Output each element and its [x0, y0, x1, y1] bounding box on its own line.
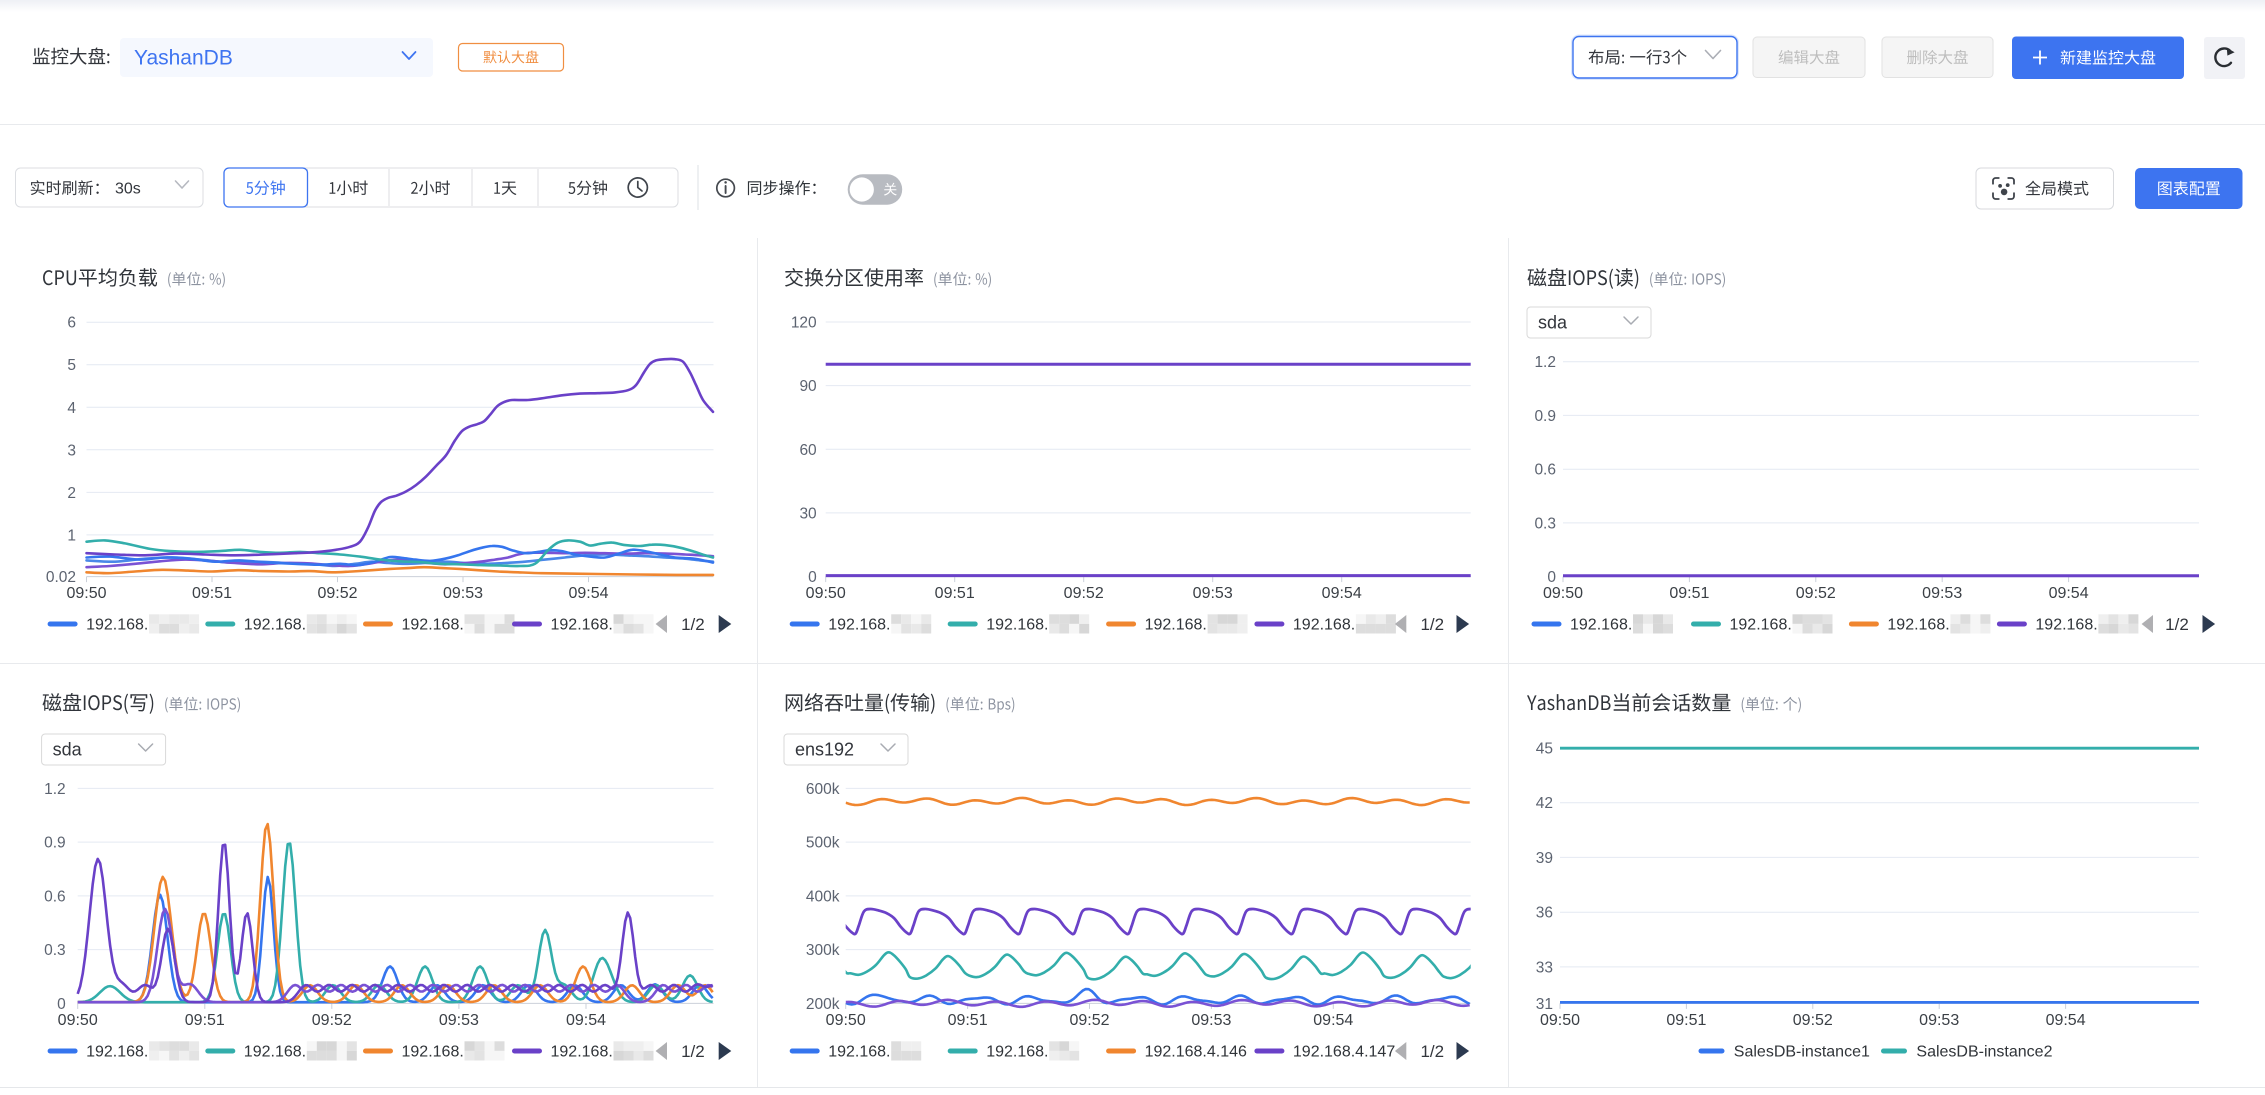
svg-text:192.168.: 192.168.	[2035, 617, 2097, 634]
svg-text:31: 31	[1536, 996, 1553, 1013]
svg-text:SalesDB-instance1: SalesDB-instance1	[1734, 1044, 1870, 1061]
svg-text:3: 3	[67, 442, 76, 459]
svg-text:0: 0	[808, 569, 817, 586]
svg-text:192.168.: 192.168.	[828, 617, 890, 634]
svg-text:192.168.: 192.168.	[402, 617, 464, 634]
svg-text:09:54: 09:54	[1313, 1012, 1353, 1029]
svg-text:sda: sda	[1538, 313, 1568, 333]
svg-text:0: 0	[57, 996, 66, 1013]
svg-text:09:54: 09:54	[1322, 585, 1362, 602]
svg-text:120: 120	[791, 315, 817, 332]
svg-text:192.168.: 192.168.	[402, 1044, 464, 1061]
svg-text:33: 33	[1536, 959, 1553, 976]
svg-text:192.168.: 192.168.	[986, 1044, 1048, 1061]
svg-text:sda: sda	[53, 740, 83, 760]
svg-text:5: 5	[67, 357, 76, 374]
svg-text:09:50: 09:50	[826, 1012, 866, 1029]
svg-text:1/2: 1/2	[1420, 1042, 1444, 1061]
svg-text:09:50: 09:50	[58, 1012, 98, 1029]
svg-text:192.168.: 192.168.	[828, 1044, 890, 1061]
svg-text:0.3: 0.3	[1534, 515, 1556, 532]
svg-text:45: 45	[1536, 741, 1553, 758]
svg-text:09:51: 09:51	[1666, 1012, 1706, 1029]
svg-text:192.168.4.147: 192.168.4.147	[1293, 1044, 1395, 1061]
svg-text:192.168.: 192.168.	[244, 1044, 306, 1061]
svg-text:09:52: 09:52	[1793, 1012, 1833, 1029]
svg-text:09:51: 09:51	[1669, 585, 1709, 602]
svg-text:192.168.: 192.168.	[1145, 617, 1207, 634]
svg-text:0.9: 0.9	[44, 835, 66, 852]
svg-text:6: 6	[67, 315, 76, 332]
svg-text:09:53: 09:53	[1191, 1012, 1231, 1029]
svg-text:09:54: 09:54	[2049, 585, 2089, 602]
svg-text:0.02: 0.02	[46, 569, 76, 586]
svg-text:1/2: 1/2	[681, 1042, 705, 1061]
svg-text:192.168.: 192.168.	[1730, 617, 1792, 634]
svg-text:192.168.: 192.168.	[86, 1044, 148, 1061]
svg-text:09:50: 09:50	[1543, 585, 1583, 602]
svg-text:0.6: 0.6	[1534, 462, 1556, 479]
svg-text:0.9: 0.9	[1534, 408, 1556, 425]
svg-text:192.168.: 192.168.	[1570, 617, 1632, 634]
svg-text:30s: 30s	[115, 181, 141, 198]
svg-text:1.2: 1.2	[1534, 354, 1556, 371]
svg-text:09:51: 09:51	[948, 1012, 988, 1029]
svg-text:09:54: 09:54	[566, 1012, 606, 1029]
svg-text:09:54: 09:54	[568, 585, 608, 602]
svg-text:192.168.: 192.168.	[1887, 617, 1949, 634]
svg-text:09:50: 09:50	[66, 585, 106, 602]
svg-text:0: 0	[1547, 569, 1556, 586]
svg-text:09:50: 09:50	[1540, 1012, 1580, 1029]
svg-text:09:52: 09:52	[1064, 585, 1104, 602]
svg-text:192.168.: 192.168.	[86, 617, 148, 634]
svg-text:09:52: 09:52	[317, 585, 357, 602]
svg-text:09:53: 09:53	[443, 585, 483, 602]
svg-text:400k: 400k	[806, 888, 840, 905]
svg-text:09:53: 09:53	[439, 1012, 479, 1029]
svg-text:2: 2	[67, 485, 76, 502]
svg-text:192.168.: 192.168.	[551, 617, 613, 634]
svg-text:42: 42	[1536, 795, 1553, 812]
svg-text:192.168.: 192.168.	[244, 617, 306, 634]
svg-text:09:51: 09:51	[192, 585, 232, 602]
svg-text:09:52: 09:52	[1796, 585, 1836, 602]
svg-text:90: 90	[799, 378, 817, 395]
svg-text:200k: 200k	[806, 996, 840, 1013]
svg-text:09:51: 09:51	[935, 585, 975, 602]
svg-text:09:53: 09:53	[1193, 585, 1233, 602]
svg-text:192.168.4.146: 192.168.4.146	[1145, 1044, 1247, 1061]
svg-text:600k: 600k	[806, 781, 840, 798]
svg-text:500k: 500k	[806, 835, 840, 852]
svg-text:09:53: 09:53	[1919, 1012, 1959, 1029]
svg-text:1.2: 1.2	[44, 781, 66, 798]
svg-text:0.3: 0.3	[44, 942, 66, 959]
svg-text:09:50: 09:50	[806, 585, 846, 602]
svg-text:0.6: 0.6	[44, 888, 66, 905]
svg-text:1/2: 1/2	[681, 615, 705, 634]
svg-text:09:52: 09:52	[1069, 1012, 1109, 1029]
svg-text:192.168.: 192.168.	[1293, 617, 1355, 634]
svg-text:4: 4	[67, 400, 76, 417]
svg-text:YashanDB: YashanDB	[134, 47, 233, 70]
svg-text:09:51: 09:51	[185, 1012, 225, 1029]
svg-text:1/2: 1/2	[2165, 615, 2189, 634]
svg-text:SalesDB-instance2: SalesDB-instance2	[1916, 1044, 2052, 1061]
svg-text:30: 30	[799, 505, 817, 522]
svg-text:09:52: 09:52	[312, 1012, 352, 1029]
svg-text:39: 39	[1536, 850, 1553, 867]
svg-text:09:53: 09:53	[1922, 585, 1962, 602]
svg-text:60: 60	[799, 442, 817, 459]
svg-text:1: 1	[67, 527, 76, 544]
svg-text:1/2: 1/2	[1420, 615, 1444, 634]
svg-text:192.168.: 192.168.	[986, 617, 1048, 634]
svg-text:300k: 300k	[806, 942, 840, 959]
svg-text:192.168.: 192.168.	[551, 1044, 613, 1061]
svg-text:ens192: ens192	[795, 740, 854, 760]
svg-text:09:54: 09:54	[2046, 1012, 2086, 1029]
svg-text:36: 36	[1536, 905, 1553, 922]
